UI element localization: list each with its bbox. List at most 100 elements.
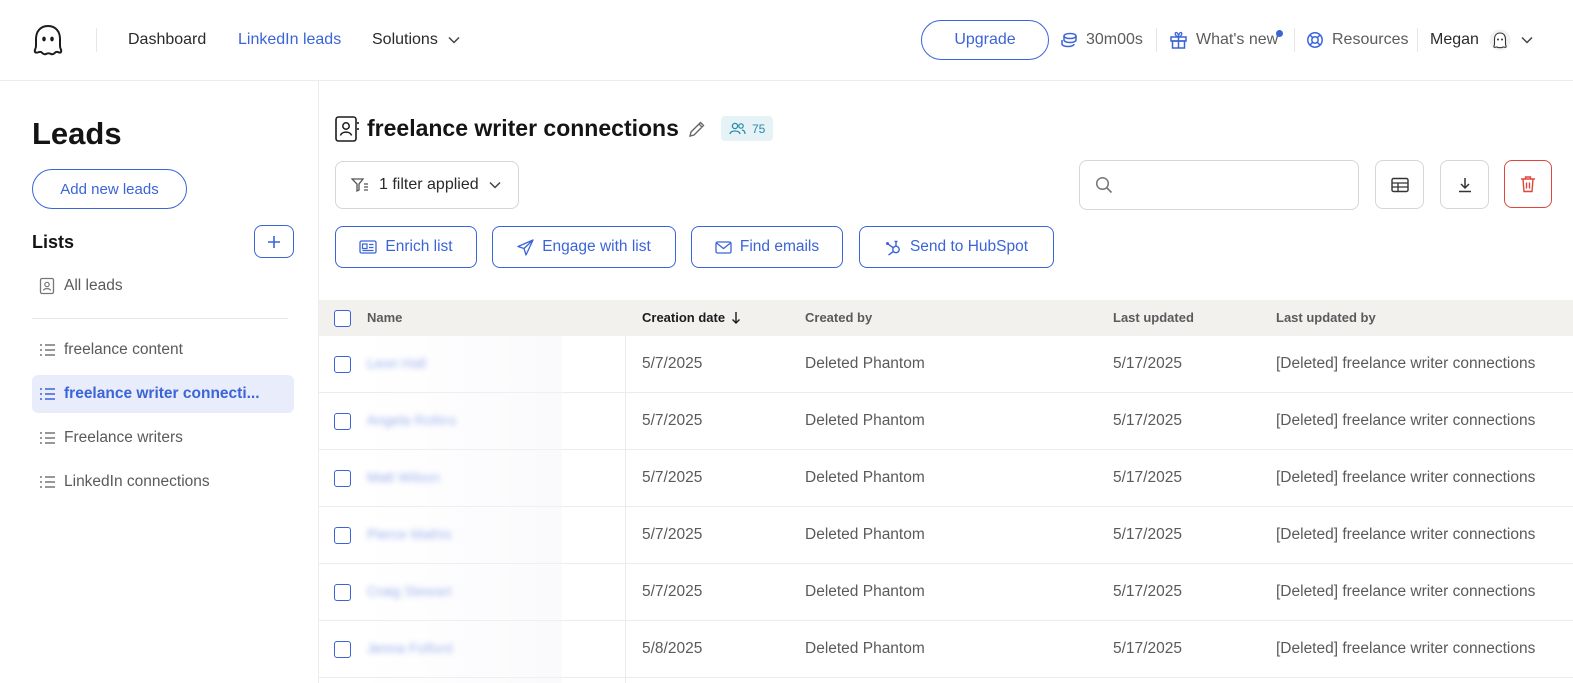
- lead-name[interactable]: Matt Wilson: [367, 469, 440, 485]
- sidebar-item-all-leads[interactable]: All leads: [32, 267, 294, 305]
- frozen-column-divider: [625, 336, 626, 683]
- nav-solutions-dropdown[interactable]: Solutions: [372, 30, 460, 50]
- column-header-label: Name: [367, 310, 403, 325]
- row-checkbox[interactable]: [334, 641, 351, 658]
- user-menu[interactable]: Megan: [1430, 28, 1533, 52]
- creation-date-cell: 5/7/2025: [642, 526, 703, 543]
- row-checkbox[interactable]: [334, 413, 351, 430]
- trash-icon: [1520, 175, 1536, 193]
- enrich-list-label: Enrich list: [385, 238, 453, 255]
- sidebar-item-linkedin-connections[interactable]: LinkedIn connections: [32, 463, 294, 501]
- columns-toggle-button[interactable]: [1375, 160, 1424, 209]
- upgrade-button[interactable]: Upgrade: [921, 20, 1049, 60]
- table-row[interactable]: Jenna Folford 5/8/2025 Deleted Phantom 5…: [319, 621, 1573, 678]
- send-to-hubspot-button[interactable]: Send to HubSpot: [859, 226, 1054, 268]
- time-credits-indicator[interactable]: 30m00s: [1060, 28, 1143, 52]
- table-header: Name Creation date Created by Last updat…: [319, 300, 1573, 336]
- download-button[interactable]: [1440, 160, 1489, 209]
- search-field[interactable]: [1079, 160, 1359, 210]
- last-updated-cell: 5/17/2025: [1113, 469, 1182, 486]
- gift-icon: [1169, 31, 1188, 49]
- engage-with-list-button[interactable]: Engage with list: [492, 226, 676, 268]
- last-updated-cell: 5/17/2025: [1113, 640, 1182, 657]
- column-header-last-updated-by[interactable]: Last updated by: [1276, 310, 1376, 325]
- nav-linkedin-leads-link[interactable]: LinkedIn leads: [238, 30, 341, 50]
- add-new-leads-button[interactable]: Add new leads: [32, 169, 187, 209]
- people-icon: [729, 122, 746, 135]
- row-checkbox[interactable]: [334, 584, 351, 601]
- whats-new-link[interactable]: What's new: [1169, 28, 1278, 52]
- column-header-label: Creation date: [642, 310, 726, 325]
- table-columns-icon: [1390, 177, 1409, 193]
- sidebar-item-freelance-writer-connections[interactable]: freelance writer connecti...: [32, 375, 294, 413]
- table-row[interactable]: Leon Hall 5/7/2025 Deleted Phantom 5/17/…: [319, 336, 1573, 393]
- list-icon: [39, 343, 56, 357]
- sidebar-item-label: All leads: [64, 277, 123, 294]
- last-updated-by-cell: [Deleted] freelance writer connections: [1276, 469, 1536, 486]
- avatar-ghost-icon: [1489, 29, 1511, 51]
- list-icon: [39, 387, 56, 401]
- arrow-down-icon: [731, 311, 741, 324]
- column-header-last-updated[interactable]: Last updated: [1113, 310, 1194, 325]
- nav-divider: [1294, 28, 1295, 52]
- table-row[interactable]: Pierce Mathis 5/7/2025 Deleted Phantom 5…: [319, 507, 1573, 564]
- row-checkbox[interactable]: [334, 470, 351, 487]
- search-icon: [1095, 176, 1113, 194]
- created-by-cell: Deleted Phantom: [805, 355, 925, 372]
- sidebar-item-freelance-writers[interactable]: Freelance writers: [32, 419, 294, 457]
- add-list-button[interactable]: [254, 225, 294, 258]
- download-icon: [1457, 177, 1473, 193]
- last-updated-by-cell: [Deleted] freelance writer connections: [1276, 640, 1536, 657]
- select-all-checkbox[interactable]: [334, 310, 351, 327]
- last-updated-by-cell: [Deleted] freelance writer connections: [1276, 412, 1536, 429]
- table-row[interactable]: Matt Wilson 5/7/2025 Deleted Phantom 5/1…: [319, 450, 1573, 507]
- list-icon: [39, 431, 56, 445]
- notification-dot: [1276, 30, 1283, 37]
- contact-list-icon: [39, 277, 56, 295]
- plus-icon: [267, 235, 281, 249]
- table-row[interactable]: Craig Stewart 5/7/2025 Deleted Phantom 5…: [319, 564, 1573, 621]
- find-emails-button[interactable]: Find emails: [691, 226, 843, 268]
- sidebar-item-freelance-content[interactable]: freelance content: [32, 331, 294, 369]
- delete-list-button[interactable]: [1504, 160, 1552, 208]
- lead-count-value: 75: [752, 121, 766, 136]
- find-emails-label: Find emails: [739, 238, 820, 255]
- send-icon: [517, 238, 534, 256]
- enrich-list-button[interactable]: Enrich list: [335, 226, 477, 268]
- column-header-label: Last updated: [1113, 310, 1194, 325]
- sidebar-item-label: freelance writer connecti...: [64, 385, 260, 402]
- ghost-logo-icon[interactable]: [33, 24, 63, 56]
- nav-solutions-label: Solutions: [372, 31, 438, 48]
- nav-dashboard-link[interactable]: Dashboard: [128, 30, 206, 50]
- creation-date-cell: 5/7/2025: [642, 412, 703, 429]
- lead-name[interactable]: Craig Stewart: [367, 583, 452, 599]
- resources-link[interactable]: Resources: [1306, 28, 1408, 52]
- sidebar: Leads Add new leads Lists All leads free…: [0, 81, 319, 683]
- column-header-label: Last updated by: [1276, 310, 1376, 325]
- last-updated-by-cell: [Deleted] freelance writer connections: [1276, 583, 1536, 600]
- coins-icon: [1060, 31, 1078, 49]
- chevron-down-icon: [489, 181, 501, 189]
- lists-heading: Lists: [32, 232, 75, 252]
- lead-name[interactable]: Pierce Mathis: [367, 526, 452, 542]
- page-title: Leads: [32, 116, 122, 151]
- row-checkbox[interactable]: [334, 356, 351, 373]
- lead-name[interactable]: Leon Hall: [367, 355, 426, 371]
- table-row[interactable]: Angela Rollins 5/7/2025 Deleted Phantom …: [319, 393, 1573, 450]
- nav-divider: [1417, 28, 1418, 52]
- column-header-creation-date[interactable]: Creation date: [642, 310, 741, 325]
- search-input[interactable]: [1123, 176, 1343, 194]
- last-updated-cell: 5/17/2025: [1113, 583, 1182, 600]
- mail-icon: [715, 240, 732, 254]
- pencil-icon[interactable]: [688, 120, 706, 138]
- sidebar-divider: [32, 318, 288, 319]
- column-header-created-by[interactable]: Created by: [805, 310, 872, 325]
- filter-dropdown-button[interactable]: 1 filter applied: [335, 161, 519, 209]
- column-header-name[interactable]: Name: [367, 310, 402, 325]
- lead-name[interactable]: Jenna Folford: [367, 640, 453, 656]
- row-checkbox[interactable]: [334, 527, 351, 544]
- lead-name[interactable]: Angela Rollins: [367, 412, 457, 428]
- last-updated-cell: 5/17/2025: [1113, 412, 1182, 429]
- created-by-cell: Deleted Phantom: [805, 640, 925, 657]
- list-icon: [39, 475, 56, 489]
